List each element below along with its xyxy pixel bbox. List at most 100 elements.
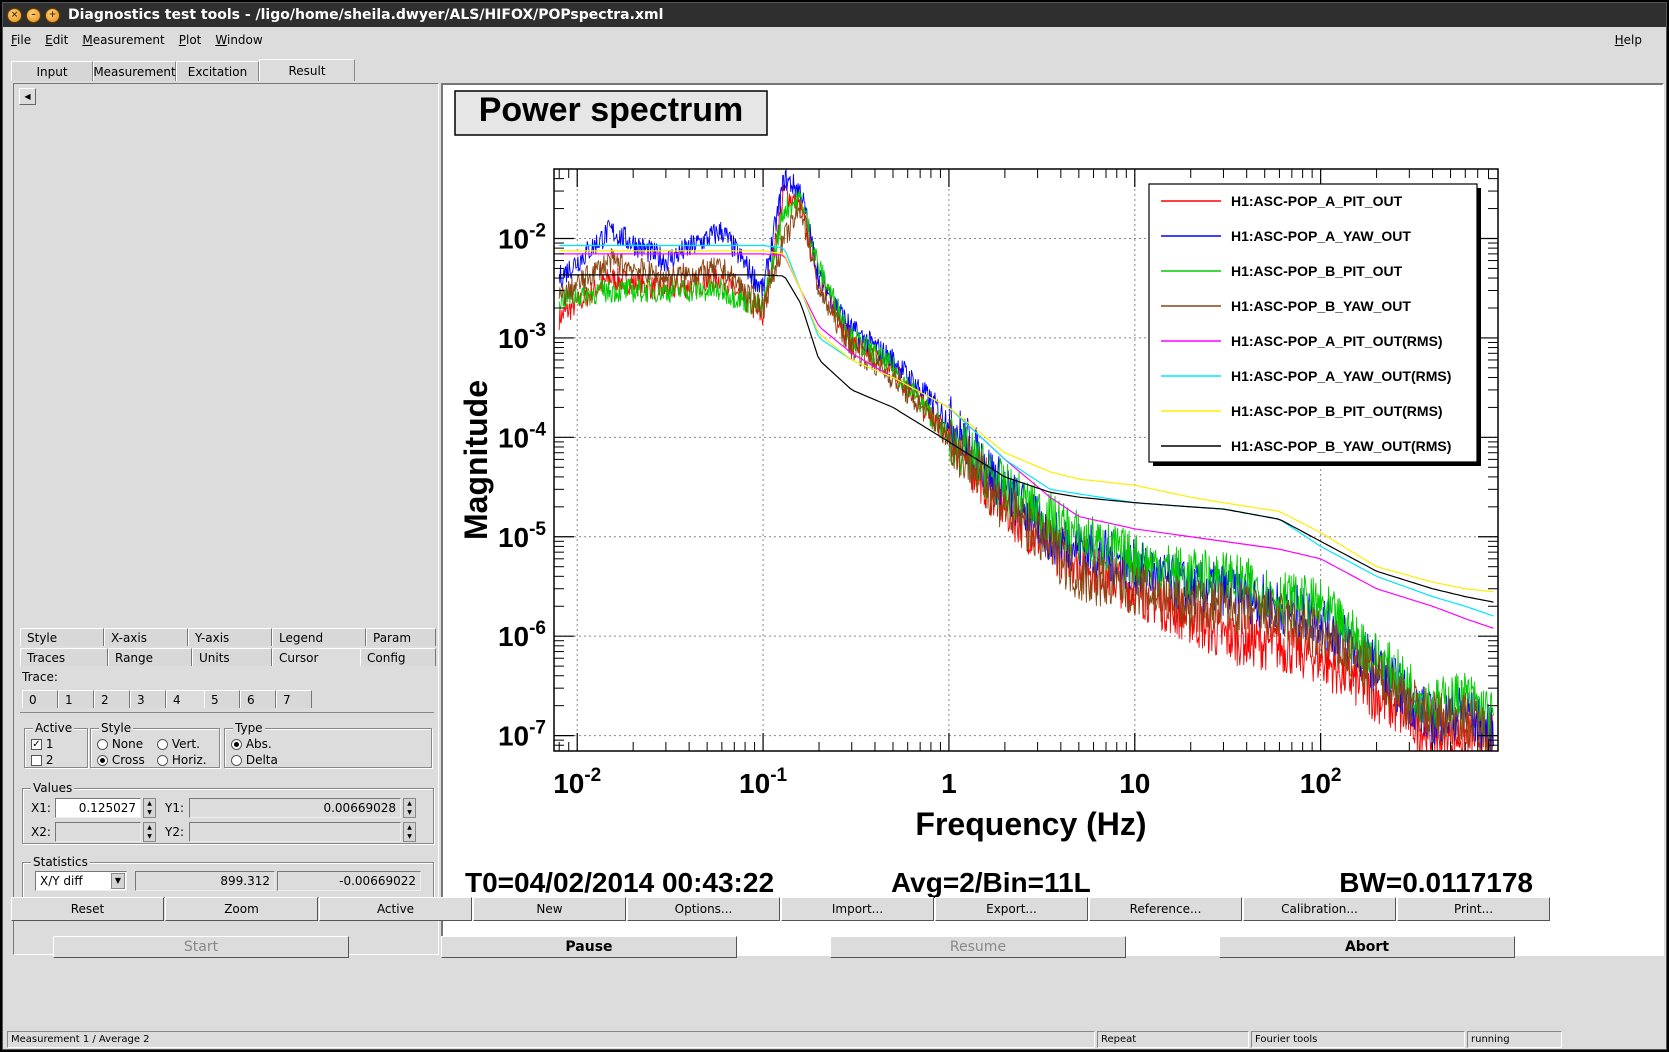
tab-x-axis[interactable]: X-axis	[104, 628, 188, 646]
statistics-y-value: -0.00669022	[277, 871, 421, 891]
type-delta-label: Delta	[245, 753, 278, 767]
resume-button[interactable]: Resume	[830, 936, 1126, 958]
x1-field[interactable]: 0.125027	[55, 798, 141, 818]
x1-spinner[interactable]: ▲ ▼	[143, 798, 156, 818]
plot-title: Power spectrum	[479, 91, 744, 129]
y-axis-label: Magnitude	[458, 380, 494, 540]
divider	[20, 712, 434, 713]
new-button[interactable]: New	[473, 897, 626, 921]
tab-traces[interactable]: Traces	[20, 648, 108, 666]
x1-label: X1:	[31, 801, 51, 815]
main-tabs: Input Measurement Excitation Result	[11, 59, 355, 81]
tab-cursor[interactable]: Cursor	[272, 648, 360, 666]
footer-avg: Avg=2/Bin=11L	[891, 867, 1091, 898]
x-tick-label: 10-2	[553, 765, 601, 799]
style-none-radio[interactable]	[97, 739, 108, 750]
style-cross-label: Cross	[111, 753, 145, 767]
print-button[interactable]: Print...	[1397, 897, 1550, 921]
tab-style[interactable]: Style	[20, 628, 104, 646]
options-button[interactable]: Options...	[627, 897, 780, 921]
trace-tab-6[interactable]: 6	[240, 690, 276, 708]
statistics-x-value: 899.312	[135, 871, 275, 891]
tab-units[interactable]: Units	[192, 648, 272, 666]
active-2-checkbox[interactable]	[31, 755, 42, 766]
start-button[interactable]: Start	[53, 936, 349, 958]
tab-y-axis[interactable]: Y-axis	[188, 628, 272, 646]
import-button[interactable]: Import...	[781, 897, 934, 921]
abort-button[interactable]: Abort	[1219, 936, 1515, 958]
reset-button[interactable]: Reset	[11, 897, 164, 921]
reference-button[interactable]: Reference...	[1089, 897, 1242, 921]
calibration-button[interactable]: Calibration...	[1243, 897, 1396, 921]
y-tick-label: 10-3	[498, 320, 546, 354]
maximize-icon[interactable]: +	[45, 7, 60, 23]
trace-tab-0[interactable]: 0	[22, 690, 58, 708]
legend	[1148, 183, 1478, 463]
style-horiz-radio[interactable]	[157, 755, 168, 766]
active-button[interactable]: Active	[319, 897, 472, 921]
options-tabs-row1: Style X-axis Y-axis Legend Param	[20, 628, 436, 646]
tab-legend[interactable]: Legend	[272, 628, 366, 646]
menu-edit[interactable]: Edit	[45, 33, 68, 47]
trace-tab-3[interactable]: 3	[130, 690, 166, 708]
trace-tab-5[interactable]: 5	[204, 690, 240, 708]
x-tick-label: 10-1	[739, 765, 787, 799]
trace-tab-7[interactable]: 7	[276, 690, 312, 708]
tab-measurement[interactable]: Measurement	[93, 61, 176, 81]
statistics-mode-select[interactable]: X/Y diff ▼	[35, 871, 127, 891]
style-horiz-label: Horiz.	[171, 753, 207, 767]
type-delta-radio[interactable]	[231, 755, 242, 766]
minimize-icon[interactable]: –	[26, 7, 41, 23]
pause-button[interactable]: Pause	[441, 936, 737, 958]
chevron-down-icon[interactable]: ▼	[111, 873, 125, 889]
menu-window[interactable]: Window	[215, 33, 262, 47]
y-tick-label: 10-7	[498, 718, 546, 752]
trace-tab-2[interactable]: 2	[94, 690, 130, 708]
menu-measurement[interactable]: Measurement	[82, 33, 164, 47]
zoom-button[interactable]: Zoom	[165, 897, 318, 921]
tab-config[interactable]: Config	[360, 648, 436, 666]
y-tick-label: 10-6	[498, 618, 546, 652]
style-vert-radio[interactable]	[157, 739, 168, 750]
scroll-left-icon[interactable]: ◀	[19, 88, 36, 105]
y2-spinner[interactable]: ▲ ▼	[403, 822, 416, 842]
style-cross-radio[interactable]	[97, 755, 108, 766]
power-spectrum-chart[interactable]: Power spectrum 10-2 10-1 1 10 102 10-7 10-6 10-…	[443, 85, 1662, 954]
active-1-checkbox[interactable]: ✓	[31, 739, 42, 750]
tab-input[interactable]: Input	[11, 61, 93, 81]
y1-spinner[interactable]: ▲ ▼	[403, 798, 416, 818]
menu-bar: File Edit Measurement Plot Window Help	[3, 29, 1666, 51]
options-tabs-row2: Traces Range Units Cursor Config	[20, 648, 436, 666]
legend-entry: H1:ASC-POP_B_PIT_OUT(RMS)	[1231, 403, 1443, 419]
x2-spinner[interactable]: ▲ ▼	[143, 822, 156, 842]
statistics-group-title: Statistics	[31, 855, 90, 869]
menu-help[interactable]: Help	[1615, 33, 1642, 47]
y2-field	[189, 822, 401, 842]
legend-entry: H1:ASC-POP_A_PIT_OUT(RMS)	[1231, 333, 1443, 349]
menu-plot[interactable]: Plot	[179, 33, 202, 47]
close-icon[interactable]: ×	[7, 7, 22, 23]
x-axis-label: Frequency (Hz)	[915, 806, 1146, 842]
style-vert-label: Vert.	[171, 737, 200, 751]
menu-file[interactable]: File	[11, 33, 31, 47]
tab-param[interactable]: Param	[366, 628, 436, 646]
tab-excitation[interactable]: Excitation	[176, 61, 259, 81]
trace-tabs: 0 1 2 3 4 5 6 7	[22, 690, 312, 708]
tab-range[interactable]: Range	[108, 648, 192, 666]
style-group-title: Style	[99, 721, 134, 735]
status-repeat: Repeat	[1097, 1031, 1249, 1048]
tab-result[interactable]: Result	[259, 59, 355, 81]
trace-tab-1[interactable]: 1	[58, 690, 94, 708]
style-none-label: None	[111, 737, 144, 751]
options-panel: ◀ Style X-axis Y-axis Legend Param Trace…	[13, 83, 439, 955]
legend-entry: H1:ASC-POP_B_YAW_OUT(RMS)	[1231, 438, 1451, 454]
values-group-title: Values	[31, 781, 75, 795]
y-tick-label: 10-4	[498, 419, 546, 453]
y2-label: Y2:	[165, 825, 185, 839]
export-button[interactable]: Export...	[935, 897, 1088, 921]
plot-canvas[interactable]: Power spectrum 10-2 10-1 1 10 102 10-7 10-6 10-…	[441, 83, 1664, 956]
trace-tab-4[interactable]: 4	[166, 690, 204, 708]
type-group: Type Abs. Delta	[224, 721, 432, 768]
window-title: Diagnostics test tools - /ligo/home/shei…	[68, 7, 664, 23]
type-abs-radio[interactable]	[231, 739, 242, 750]
